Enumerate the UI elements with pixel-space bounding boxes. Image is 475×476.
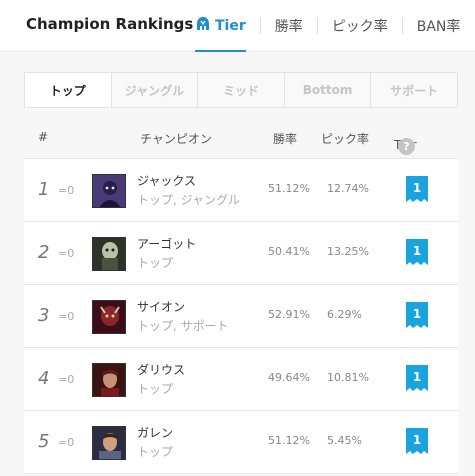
rank-number: 4: [38, 368, 50, 389]
rank-change: =0: [58, 184, 74, 197]
champion-name[interactable]: ダリウス: [137, 361, 185, 378]
rank-change-value: 0: [67, 373, 75, 386]
champion-list: 1 =0 ジャックス トップ, ジャングル 51.12% 12.74% 1 2 …: [24, 158, 458, 474]
equal-icon: =: [58, 184, 68, 197]
column-headers: # チャンピオン 勝率 ピック率 Tier?: [24, 120, 458, 156]
win-rate: 51.12%: [268, 434, 310, 447]
rank-number: 2: [38, 242, 50, 263]
champion-positions: トップ: [137, 256, 174, 270]
rank-change: =0: [58, 373, 74, 386]
rank-change-value: 0: [67, 247, 75, 260]
rank-change-value: 0: [67, 310, 75, 323]
tier-value: 1: [413, 433, 421, 447]
lane-support[interactable]: サポート: [371, 73, 457, 107]
tier-badge: 1: [405, 364, 429, 394]
champion-portrait[interactable]: [92, 174, 126, 208]
equal-icon: =: [58, 247, 68, 260]
champion-name[interactable]: ガレン: [137, 424, 173, 441]
rank-number: 3: [38, 305, 50, 326]
pick-rate: 10.81%: [327, 371, 369, 384]
tab-divider: [316, 18, 318, 34]
lane-jungle[interactable]: ジャングル: [112, 73, 199, 107]
tier-value: 1: [413, 307, 421, 321]
table-row[interactable]: 4 =0 ダリウス トップ 49.64% 10.81% 1: [24, 348, 458, 411]
tab-divider: [401, 18, 403, 34]
tier-badge: 1: [405, 238, 429, 268]
tab-winrate[interactable]: 勝率: [275, 0, 303, 52]
tier-value: 1: [413, 244, 421, 258]
champion-positions: トップ, ジャングル: [137, 193, 241, 207]
rank-change: =0: [58, 247, 74, 260]
pick-rate: 13.25%: [327, 245, 369, 258]
win-rate: 49.64%: [268, 371, 310, 384]
help-icon[interactable]: ?: [398, 138, 415, 155]
champion-portrait[interactable]: [92, 300, 126, 334]
rank-change: =0: [58, 310, 74, 323]
tab-banrate[interactable]: BAN率: [417, 0, 461, 52]
champion-positions: トップ: [137, 445, 174, 459]
page-title: Champion Rankings: [26, 15, 194, 33]
table-row[interactable]: 3 =0 サイオン トップ, サポート 52.91% 6.29% 1: [24, 285, 458, 348]
equal-icon: =: [58, 310, 68, 323]
tab-tier[interactable]: Tier: [195, 0, 246, 52]
equal-icon: =: [58, 436, 68, 449]
col-champion: チャンピオン: [140, 132, 212, 146]
col-winrate[interactable]: 勝率: [273, 130, 297, 147]
tier-value: 1: [413, 181, 421, 195]
rank-change: =0: [58, 436, 74, 449]
tier-badge: 1: [405, 427, 429, 457]
rankings-panel: トップ ジャングル ミッド Bottom サポート # チャンピオン 勝率 ピッ…: [24, 66, 475, 476]
rank-change-value: 0: [67, 184, 75, 197]
table-row[interactable]: 5 =0 ガレン トップ 51.12% 5.45% 1: [24, 411, 458, 474]
rank-number: 5: [38, 431, 50, 452]
champion-name[interactable]: ジャックス: [137, 172, 196, 189]
champion-portrait[interactable]: [92, 237, 126, 271]
page-header: Champion Rankings Tier 勝率 ピック率 BAN率: [0, 0, 475, 52]
col-rank: #: [38, 130, 49, 144]
lane-filter: トップ ジャングル ミッド Bottom サポート: [24, 72, 458, 108]
ranking-tabs: Tier 勝率 ピック率 BAN率: [195, 0, 460, 52]
win-rate: 50.41%: [268, 245, 310, 258]
rank-number: 1: [38, 179, 50, 200]
lane-top[interactable]: トップ: [25, 73, 112, 107]
col-pickrate[interactable]: ピック率: [321, 130, 369, 147]
champion-name[interactable]: サイオン: [137, 298, 185, 315]
lane-bottom[interactable]: Bottom: [285, 73, 372, 107]
equal-icon: =: [58, 373, 68, 386]
champion-positions: トップ: [137, 382, 174, 396]
lane-mid[interactable]: ミッド: [198, 73, 285, 107]
tier-value: 1: [413, 370, 421, 384]
win-rate: 51.12%: [268, 182, 310, 195]
champion-portrait[interactable]: [92, 363, 126, 397]
rank-change-value: 0: [67, 436, 75, 449]
win-rate: 52.91%: [268, 308, 310, 321]
tier-badge: 1: [405, 301, 429, 331]
helmet-icon: [195, 16, 211, 36]
pick-rate: 5.45%: [327, 434, 362, 447]
table-row[interactable]: 2 =0 アーゴット トップ 50.41% 13.25% 1: [24, 222, 458, 285]
tab-divider: [259, 18, 261, 34]
champion-positions: トップ, サポート: [137, 319, 229, 333]
pick-rate: 12.74%: [327, 182, 369, 195]
tab-pickrate[interactable]: ピック率: [332, 0, 388, 52]
tier-badge: 1: [405, 175, 429, 205]
champion-portrait[interactable]: [92, 426, 126, 460]
champion-name[interactable]: アーゴット: [137, 235, 196, 252]
tab-tier-label: Tier: [215, 18, 246, 34]
pick-rate: 6.29%: [327, 308, 362, 321]
table-row[interactable]: 1 =0 ジャックス トップ, ジャングル 51.12% 12.74% 1: [24, 159, 458, 222]
